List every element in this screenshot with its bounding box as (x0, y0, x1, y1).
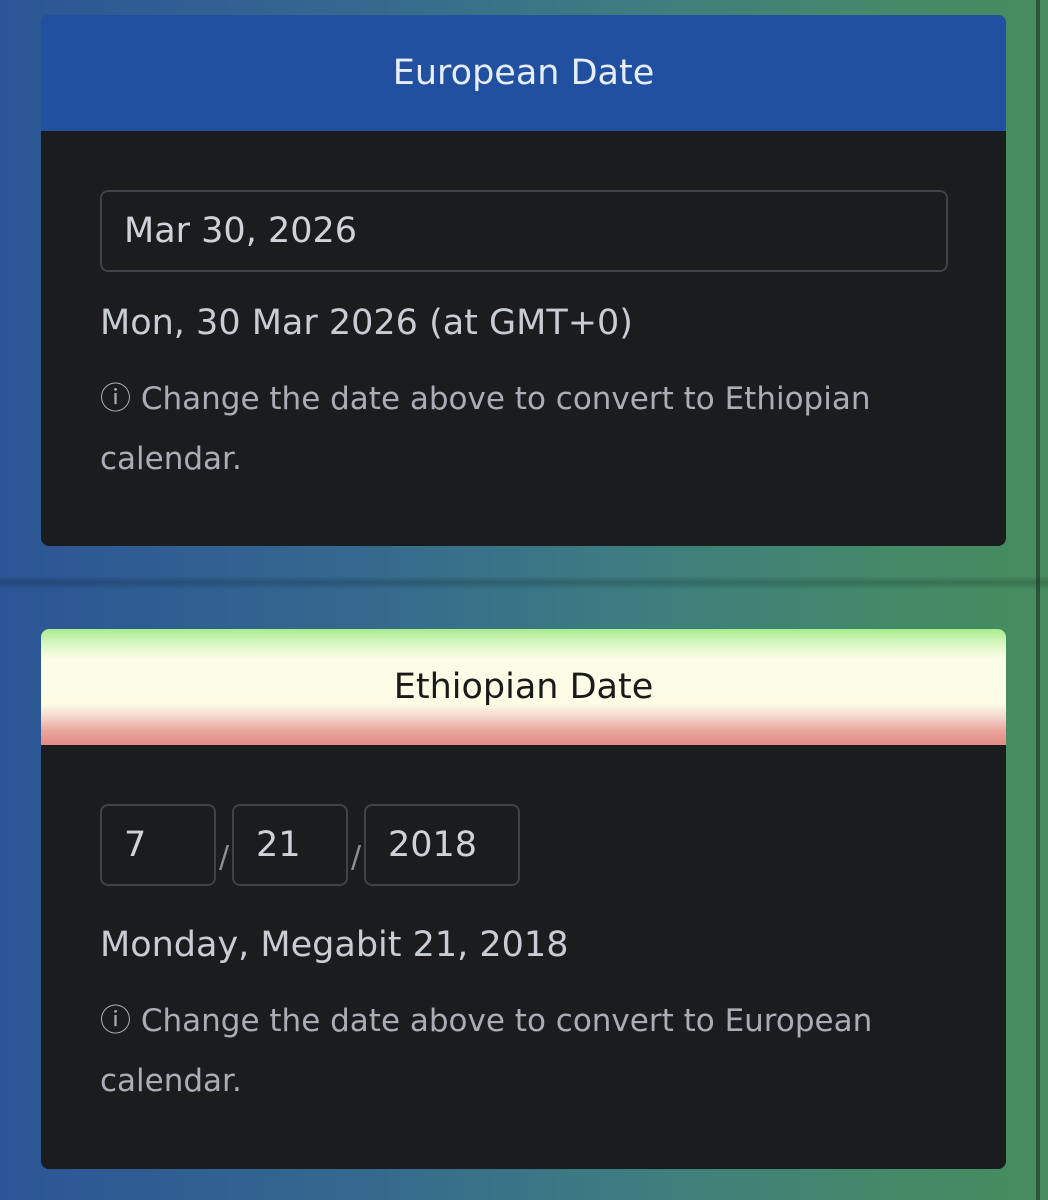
ethiopian-date-inputs: / / (100, 804, 948, 886)
ethiopian-date-header: Ethiopian Date (41, 629, 1006, 745)
european-date-header: European Date (41, 15, 1006, 131)
european-date-readout: Mon, 30 Mar 2026 (at GMT+0) (100, 303, 633, 343)
european-hint-text: Change the date above to convert to Ethi… (100, 381, 871, 477)
ethiopian-date-readout: Monday, Megabit 21, 2018 (100, 925, 569, 965)
european-date-input[interactable] (100, 190, 948, 272)
european-date-title: European Date (392, 53, 655, 93)
page-edge (1036, 0, 1040, 1200)
ethiopian-date-card: Ethiopian Date / / Monday, Megabit 21, 2… (41, 629, 1006, 1169)
ethiopian-month-input[interactable] (100, 804, 216, 886)
section-divider (0, 576, 1048, 590)
european-date-card: European Date Mon, 30 Mar 2026 (at GMT+0… (41, 15, 1006, 546)
ethiopian-year-input[interactable] (364, 804, 520, 886)
ethiopian-hint-text: Change the date above to convert to Euro… (100, 1003, 873, 1099)
european-date-body: Mon, 30 Mar 2026 (at GMT+0) ⓘ Change the… (41, 131, 1006, 489)
date-separator: / (218, 839, 230, 875)
ethiopian-hint: ⓘ Change the date above to convert to Eu… (100, 991, 948, 1111)
info-icon: ⓘ (100, 381, 131, 417)
date-separator: / (350, 839, 362, 875)
ethiopian-date-body: / / Monday, Megabit 21, 2018 ⓘ Change th… (41, 745, 1006, 1111)
ethiopian-day-input[interactable] (232, 804, 348, 886)
ethiopian-date-title: Ethiopian Date (393, 667, 654, 707)
info-icon: ⓘ (100, 1003, 131, 1039)
european-hint: ⓘ Change the date above to convert to Et… (100, 369, 948, 489)
